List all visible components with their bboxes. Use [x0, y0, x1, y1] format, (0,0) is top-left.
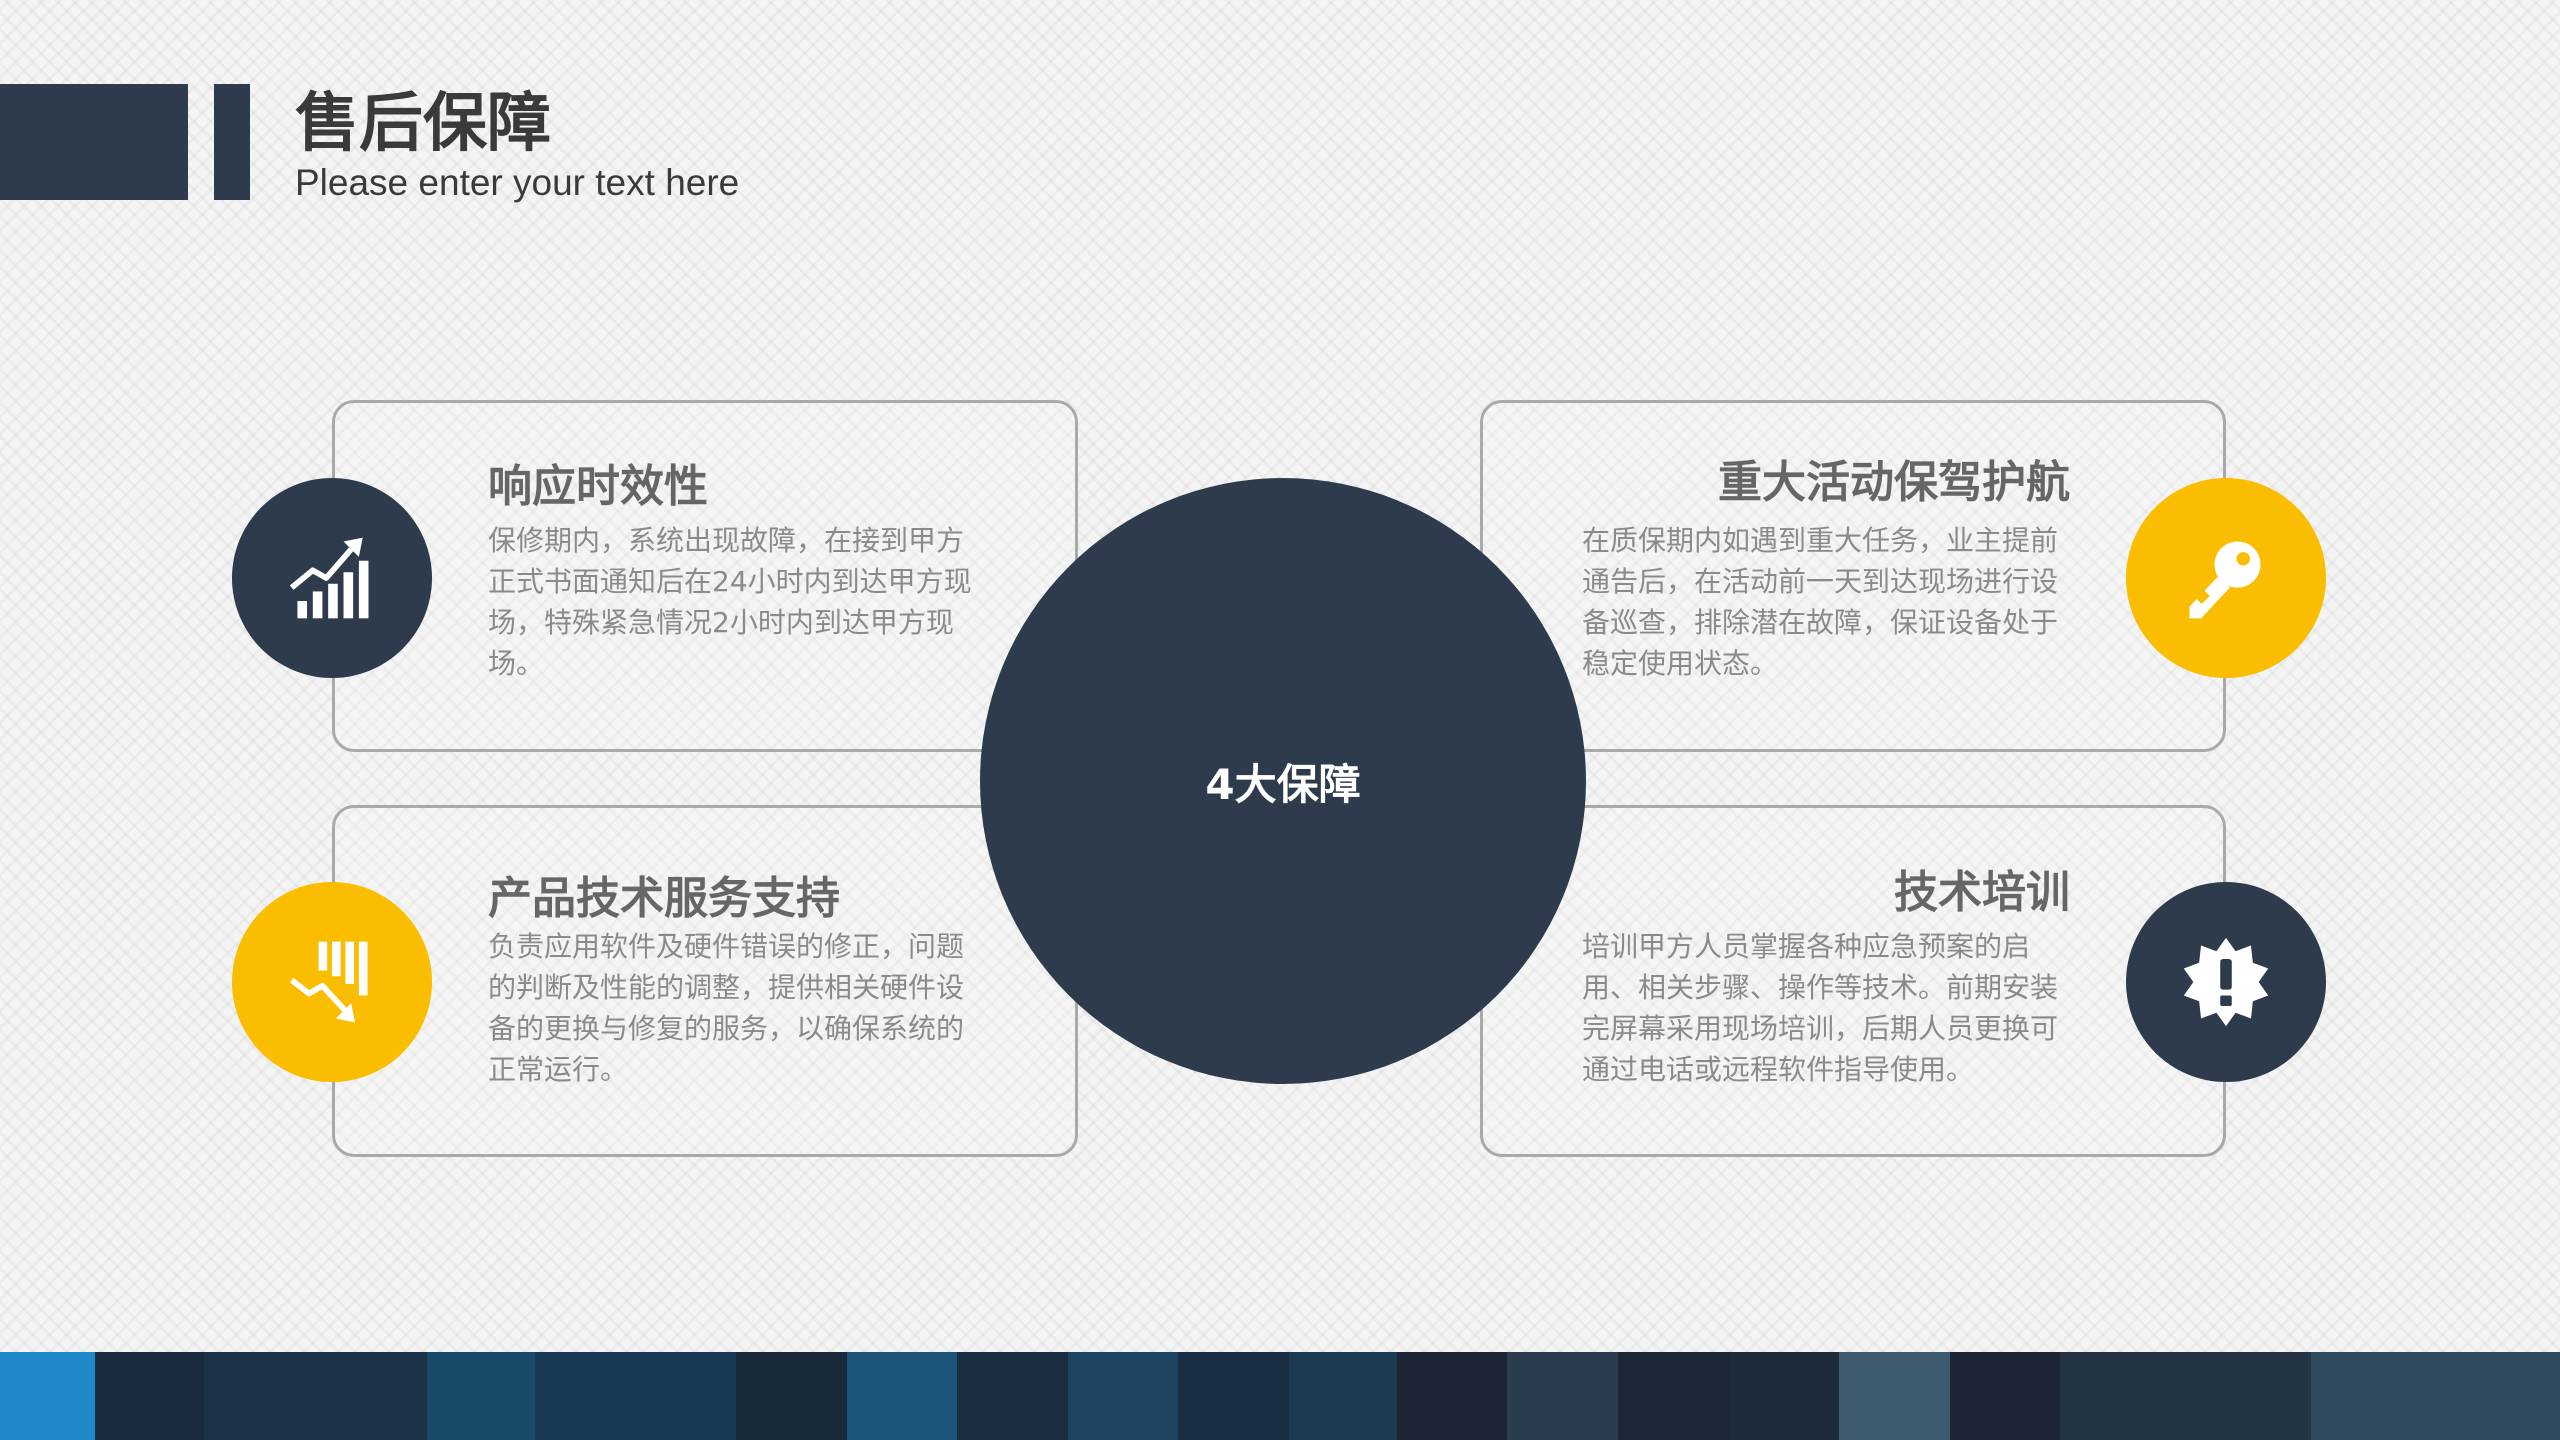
header-accent-bar: [214, 84, 250, 200]
page-subtitle: Please enter your text here: [295, 162, 740, 203]
growth-chart-icon: [232, 478, 432, 678]
header-accent-block: [0, 84, 188, 200]
page-title: 售后保障: [295, 87, 551, 161]
alert-badge-icon: [2126, 882, 2326, 1082]
footer-segment: [1067, 1352, 1179, 1440]
declining-chart-icon: [232, 882, 432, 1082]
footer-segment: [0, 1352, 96, 1440]
footer-segment: [1396, 1352, 1508, 1440]
footer-segment: [1617, 1352, 1729, 1440]
item-text-response-time: 保修期内，系统出现故障，在接到甲方正式书面通知后在24小时内到达甲方现场，特殊紧…: [488, 524, 972, 680]
item-text-major-event: 在质保期内如遇到重大任务，业主提前通告后，在活动前一天到达现场进行设备巡查，排除…: [1582, 524, 2059, 680]
item-text-tech-support: 负责应用软件及硬件错误的修正，问题的判断及性能的调整，提供相关硬件设备的更换与修…: [488, 930, 965, 1086]
footer-segment: [846, 1352, 958, 1440]
footer-segment: [957, 1352, 1068, 1440]
footer-segment: [1288, 1352, 1397, 1440]
item-title-response-time: 响应时效性: [488, 461, 708, 512]
item-title-tech-support: 产品技术服务支持: [488, 873, 840, 924]
footer-segment: [1839, 1352, 1950, 1440]
footer-segment: [1178, 1352, 1289, 1440]
footer-segment: [2311, 1352, 2560, 1440]
item-text-training: 培训甲方人员掌握各种应急预案的启用、相关步骤、操作等技术。前期安装完屏幕采用现场…: [1582, 930, 2059, 1086]
key-icon: [2126, 478, 2326, 678]
footer-segment: [1949, 1352, 2061, 1440]
footer-segment: [1507, 1352, 1618, 1440]
item-title-major-event: 重大活动保驾护航: [1718, 457, 2070, 508]
item-title-training: 技术培训: [1894, 867, 2070, 918]
center-circle: 4大保障: [980, 478, 1586, 1084]
footer-segment: [736, 1352, 847, 1440]
footer-segment: [95, 1352, 204, 1440]
footer-segment: [1728, 1352, 1840, 1440]
footer-segment: [535, 1352, 737, 1440]
footer-segment: [427, 1352, 536, 1440]
footer-segment: [2060, 1352, 2312, 1440]
footer-strip: [0, 1352, 2560, 1440]
center-label: 4大保障: [1205, 759, 1361, 809]
footer-segment: [203, 1352, 428, 1440]
